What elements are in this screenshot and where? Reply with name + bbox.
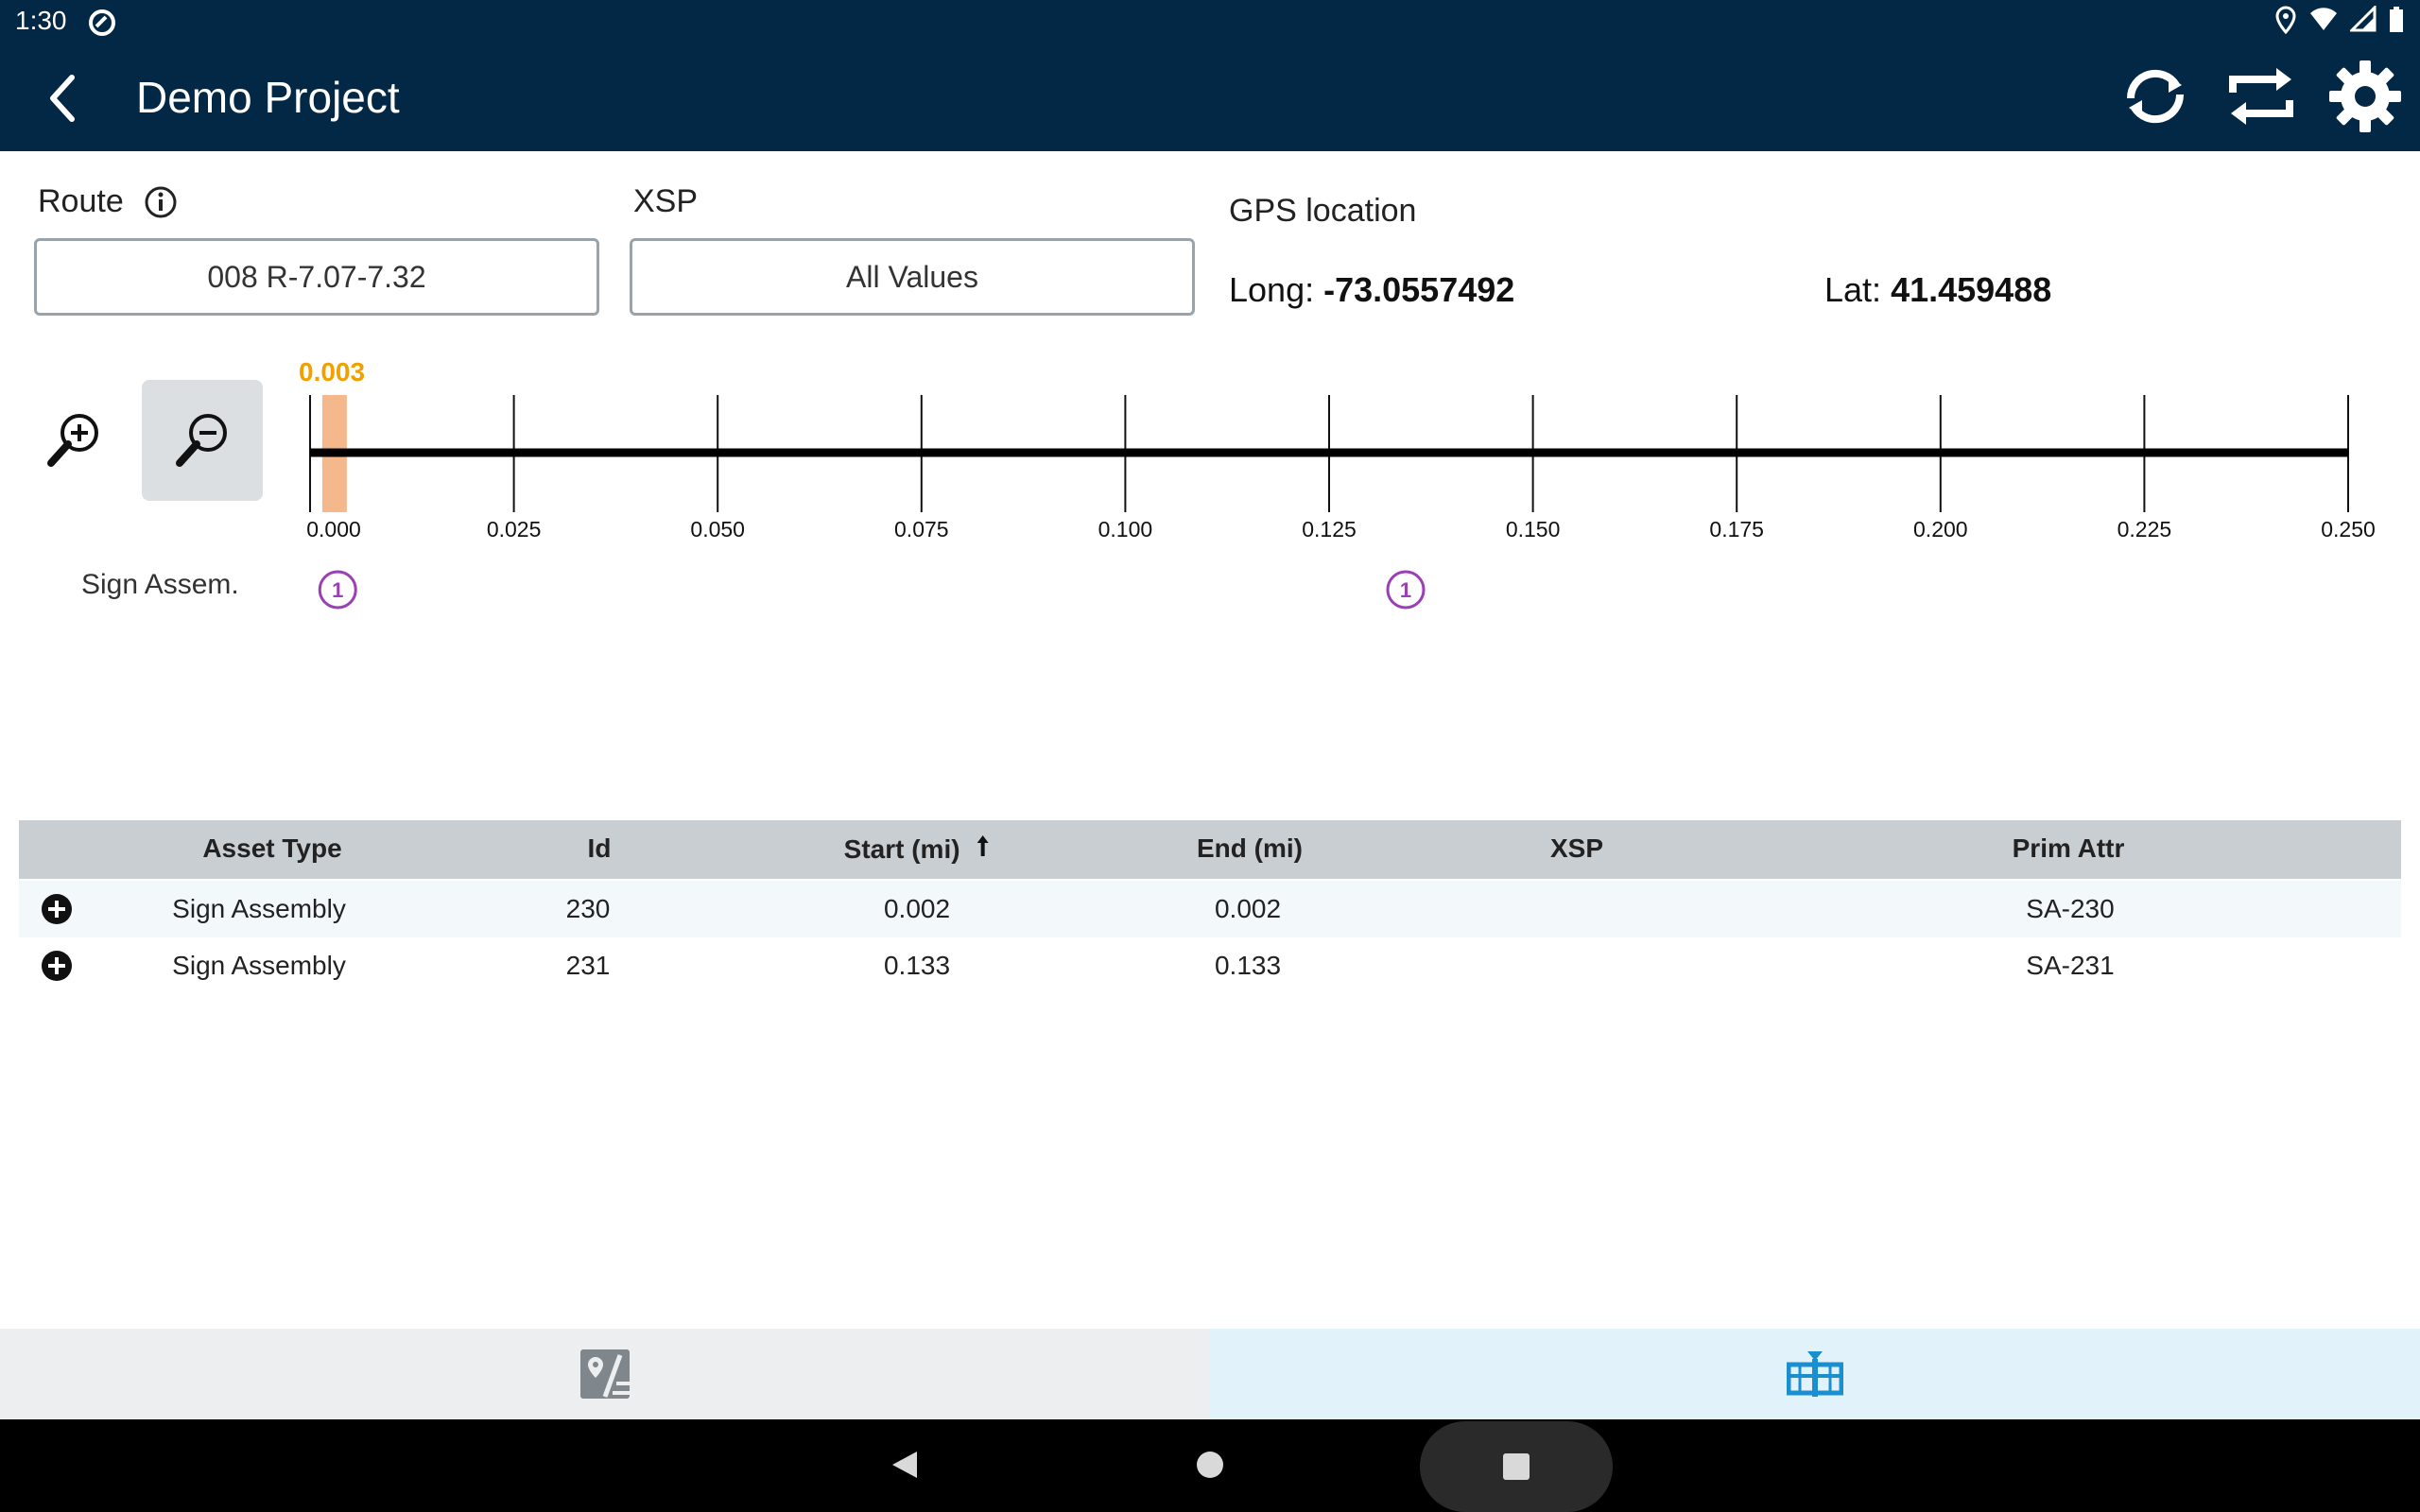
info-icon [145,186,177,218]
gear-icon [2329,60,2401,132]
cell-asset-type: Sign Assembly [172,894,346,923]
gps-long-value: -73.0557492 [1323,270,1515,309]
chevron-left-icon [50,75,75,122]
cell-end: 0.002 [1214,894,1282,923]
xsp-label: XSP [633,183,699,219]
wifi-status-icon [2308,6,2339,41]
col-asset-type[interactable]: Asset Type [202,833,341,864]
col-start-label: Start (mi) [843,834,960,864]
nav-home-button[interactable] [1195,1450,1225,1480]
route-label: Route [38,183,124,219]
gps-long: Long: -73.0557492 [1229,270,1514,310]
battery-status-icon [2388,6,2405,41]
expand-row-button[interactable] [40,892,74,926]
triangle-back-icon [892,1452,917,1478]
track-label: Sign Assem. [81,569,239,600]
route-select[interactable]: 008 R-7.07-7.32 [34,238,599,316]
timeline-tick-label: 0.000 [306,517,361,541]
col-start[interactable]: Start (mi) [844,833,991,865]
location-status-icon [2274,6,2297,41]
timeline-icon [1787,1351,1843,1397]
tab-map[interactable] [0,1329,1210,1419]
app-status-icon [87,8,117,38]
plus-circle-icon [42,894,72,924]
timeline-tick-label: 0.200 [1913,517,1968,541]
col-xsp[interactable]: XSP [1550,833,1603,864]
sync-icon [2126,69,2185,124]
square-recents-icon [1503,1453,1530,1480]
sync-button[interactable] [2118,59,2193,134]
track-point-count: 1 [1400,578,1411,602]
timeline-tick-label: 0.075 [894,517,949,541]
plus-circle-icon [42,951,72,981]
signal-status-icon [2348,4,2377,41]
timeline-tick-label: 0.175 [1709,517,1764,541]
map-pin-icon [580,1349,630,1399]
col-id[interactable]: Id [588,833,612,864]
cell-id: 231 [565,951,611,980]
cell-id: 230 [565,894,611,923]
timeline-tick-label: 0.025 [487,517,542,541]
gps-lat: Lat: 41.459488 [1824,270,2051,310]
page-title: Demo Project [136,73,400,122]
tab-timeline[interactable] [1210,1329,2420,1419]
route-info-button[interactable] [144,185,178,219]
col-end[interactable]: End (mi) [1197,833,1303,864]
timeline-tick-label: 0.225 [2118,517,2172,541]
transfer-button[interactable] [2223,59,2299,134]
gps-lat-value: 41.459488 [1891,270,2052,309]
status-time: 1:30 [15,6,67,35]
col-prim-attr[interactable]: Prim Attr [2013,833,2125,864]
timeline-tick-label: 0.150 [1506,517,1561,541]
timeline-tick-label: 0.125 [1302,517,1357,541]
cell-start: 0.002 [883,894,951,923]
timeline-ruler[interactable]: 0.000 0.025 0.050 0.075 0.100 0.125 0.150 0.175… [0,378,2420,624]
circle-home-icon [1197,1452,1223,1478]
sort-ascending-icon [975,833,990,865]
settings-button[interactable] [2327,59,2403,134]
gps-title: GPS location [1229,193,1417,229]
timeline-tick-label: 0.100 [1098,517,1153,541]
timeline-tick-label: 0.050 [690,517,745,541]
timeline-tick-label: 0.250 [2321,517,2376,541]
nav-recents-button[interactable] [1420,1421,1613,1512]
cell-prim-attr: SA-230 [2026,894,2115,923]
transfer-icon [2229,68,2293,125]
expand-row-button[interactable] [40,949,74,983]
xsp-select[interactable]: All Values [630,238,1195,316]
gps-long-label: Long: [1229,270,1315,309]
cell-end: 0.133 [1214,951,1282,980]
status-icons [2274,4,2405,41]
nav-back-button[interactable] [887,1448,921,1482]
cell-start: 0.133 [883,951,951,980]
cell-asset-type: Sign Assembly [172,951,346,980]
cell-prim-attr: SA-231 [2026,951,2115,980]
gps-lat-label: Lat: [1824,270,1882,309]
back-button[interactable] [38,68,91,129]
track-point-count: 1 [332,578,343,602]
